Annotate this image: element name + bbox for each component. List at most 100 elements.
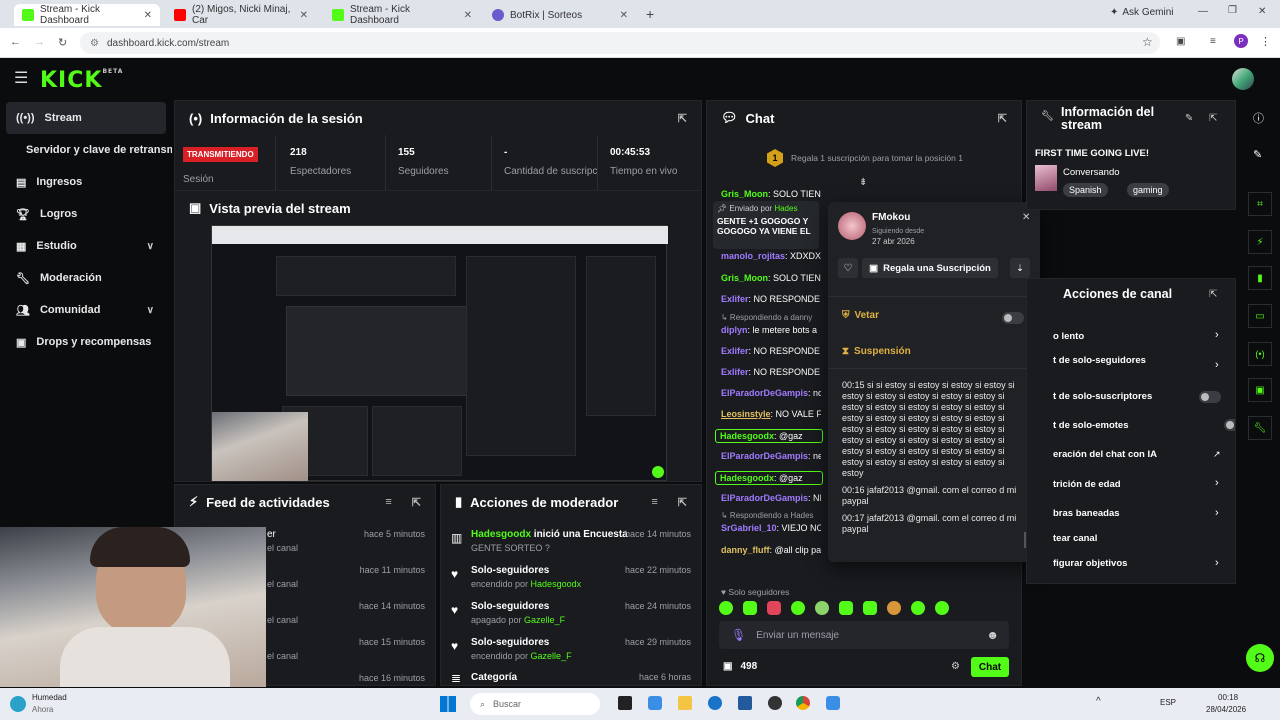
ban-toggle[interactable] bbox=[1002, 312, 1024, 324]
emote-icon[interactable] bbox=[791, 601, 805, 615]
support-headset-icon[interactable]: ☊ bbox=[1246, 644, 1274, 672]
app-icon[interactable] bbox=[826, 696, 840, 710]
emote-icon[interactable] bbox=[863, 601, 877, 615]
popout-icon[interactable]: ⇱ bbox=[1209, 289, 1217, 300]
more-options-icon[interactable]: ⋮ bbox=[1260, 35, 1271, 48]
emote-icon[interactable] bbox=[839, 601, 853, 615]
minimize-icon[interactable]: — bbox=[1198, 6, 1208, 17]
action-subs-only[interactable]: t de solo-suscriptores bbox=[1053, 391, 1152, 402]
tag-chip[interactable]: gaming bbox=[1127, 183, 1169, 197]
maximize-icon[interactable]: ❐ bbox=[1228, 5, 1237, 16]
gift-sub-button[interactable]: ▣ Regala una Suscripción bbox=[862, 258, 998, 278]
clock-time[interactable]: 00:18 bbox=[1218, 693, 1238, 702]
sidebar-item-server-key[interactable]: Servidor y clave de retransmisión bbox=[0, 134, 172, 166]
sidebar-item-logros[interactable]: 🏆︎ Logros bbox=[0, 198, 172, 230]
chat-settings-icon[interactable]: ⚙ bbox=[951, 661, 960, 672]
pinned-message[interactable]: 📌︎ Enviado por Hades GENTE +1 GOGOGO Y G… bbox=[713, 201, 819, 249]
microphone-icon[interactable]: 🎙︎ bbox=[731, 628, 746, 642]
action-set-goals[interactable]: figurar objetivos bbox=[1053, 558, 1127, 569]
popout-icon[interactable]: ⇱ bbox=[998, 112, 1007, 125]
reload-icon[interactable]: ↻ bbox=[58, 36, 67, 49]
action-followers-only[interactable]: t de solo-seguidores bbox=[1053, 355, 1146, 366]
emote-icon[interactable] bbox=[911, 601, 925, 615]
subs-only-toggle[interactable] bbox=[1199, 391, 1221, 403]
info-icon[interactable]: ⓘ bbox=[1253, 110, 1264, 126]
file-explorer-icon[interactable] bbox=[678, 696, 692, 710]
forward-icon[interactable]: → bbox=[34, 36, 45, 48]
bolt-widget-icon[interactable]: ⚡︎ bbox=[1248, 230, 1272, 254]
sidebar-item-ingresos[interactable]: ▤ Ingresos bbox=[0, 166, 172, 198]
stream-preview-video[interactable] bbox=[211, 225, 668, 481]
timeout-row[interactable]: ⧗ Suspensión bbox=[842, 346, 911, 357]
windows-start-icon[interactable] bbox=[440, 696, 456, 712]
close-tab-icon[interactable]: ✕ bbox=[620, 10, 628, 21]
emote-icon[interactable] bbox=[767, 601, 781, 615]
channel-points[interactable]: ▣ 498 bbox=[723, 661, 757, 672]
popout-icon[interactable]: ⇱ bbox=[678, 112, 687, 125]
edit-pencil-icon[interactable]: ✎ bbox=[1253, 148, 1262, 161]
close-tab-icon[interactable]: ✕ bbox=[144, 10, 152, 21]
kick-logo[interactable]: KICKBETA bbox=[40, 68, 123, 93]
more-actions-button[interactable]: ⇣ bbox=[1010, 258, 1030, 278]
action-slow-mode[interactable]: o lento bbox=[1053, 331, 1084, 342]
chrome-icon[interactable] bbox=[796, 696, 810, 710]
emotes-only-toggle[interactable] bbox=[1224, 419, 1235, 431]
emote-icon[interactable] bbox=[887, 601, 901, 615]
popout-icon[interactable]: ⇱ bbox=[412, 496, 421, 509]
weather-icon[interactable] bbox=[10, 696, 26, 712]
url-bar[interactable]: ⚙ dashboard.kick.com/stream bbox=[80, 32, 1160, 54]
new-tab-icon[interactable]: + bbox=[646, 6, 654, 22]
filter-icon[interactable]: ≡ bbox=[651, 496, 657, 508]
close-tab-icon[interactable]: ✕ bbox=[464, 10, 472, 21]
action-ai-moderation[interactable]: eración del chat con IA bbox=[1053, 449, 1157, 460]
mod-widget-icon[interactable]: ▮ bbox=[1248, 266, 1272, 290]
browser-tab-2[interactable]: (2) Migos, Nicki Minaj, Car ✕ bbox=[166, 4, 316, 26]
ask-gemini-button[interactable]: ✦ Ask Gemini bbox=[1110, 7, 1174, 18]
preview-widget-icon[interactable]: ▣ bbox=[1248, 378, 1272, 402]
chevron-right-icon[interactable]: › bbox=[1215, 507, 1219, 519]
sidebar-item-comunidad[interactable]: 👥︎ Comunidad ∨ bbox=[0, 294, 172, 326]
close-window-icon[interactable]: ✕ bbox=[1258, 6, 1266, 17]
action-banned-words[interactable]: bras baneadas bbox=[1053, 508, 1120, 519]
clock-date[interactable]: 28/04/2026 bbox=[1206, 705, 1246, 714]
pin-collapse-icon[interactable]: ⇟ bbox=[859, 177, 867, 188]
filter-icon[interactable]: ≡ bbox=[385, 496, 391, 508]
hamburger-menu-icon[interactable]: ☰ bbox=[14, 68, 28, 88]
obs-icon[interactable] bbox=[768, 696, 782, 710]
browser-tab-4[interactable]: BotRix | Sorteos ✕ bbox=[484, 4, 636, 26]
edit-pencil-icon[interactable]: ✎ bbox=[1185, 113, 1193, 124]
sidebar-item-drops[interactable]: ▣ Drops y recompensas bbox=[0, 326, 172, 358]
emote-icon[interactable] bbox=[935, 601, 949, 615]
sidebar-item-stream[interactable]: ((•)) Stream bbox=[6, 102, 166, 134]
copilot-icon[interactable] bbox=[648, 696, 662, 710]
browser-tab-1[interactable]: Stream - Kick Dashboard ✕ bbox=[14, 4, 160, 26]
popout-icon[interactable]: ⇱ bbox=[678, 496, 687, 509]
emote-icon[interactable] bbox=[743, 601, 757, 615]
ban-row[interactable]: ⛨ Vetar bbox=[842, 310, 879, 321]
emoji-icon[interactable]: ☻ bbox=[986, 628, 999, 642]
session-widget-icon[interactable]: ⌗ bbox=[1248, 192, 1272, 216]
chat-widget-icon[interactable]: ▭ bbox=[1248, 304, 1272, 328]
chevron-right-icon[interactable]: › bbox=[1215, 477, 1219, 489]
taskbar-search[interactable]: ⌕ Buscar bbox=[470, 693, 600, 715]
tray-chevron-icon[interactable]: ^ bbox=[1096, 696, 1101, 707]
browser-tab-3[interactable]: Stream - Kick Dashboard ✕ bbox=[324, 4, 480, 26]
tools-widget-icon[interactable]: 🔧︎ bbox=[1248, 416, 1272, 440]
sidebar-item-moderacion[interactable]: 🔧︎ Moderación bbox=[0, 262, 172, 294]
close-icon[interactable]: ✕ bbox=[1022, 212, 1030, 223]
action-raid-channel[interactable]: tear canal bbox=[1053, 533, 1097, 544]
chevron-right-icon[interactable]: › bbox=[1215, 329, 1219, 341]
emote-icon[interactable] bbox=[815, 601, 829, 615]
language-indicator[interactable]: ESP bbox=[1160, 698, 1176, 707]
profile-avatar[interactable]: P bbox=[1234, 34, 1248, 48]
close-tab-icon[interactable]: ✕ bbox=[300, 10, 308, 21]
chevron-right-icon[interactable]: › bbox=[1215, 359, 1219, 371]
user-avatar[interactable] bbox=[1232, 68, 1254, 90]
gift-leaderboard-banner[interactable]: 1 Regala 1 suscripción para tomar la pos… bbox=[767, 149, 963, 167]
emote-icon[interactable] bbox=[719, 601, 733, 615]
sidebar-item-estudio[interactable]: ▦ Estudio ∨ bbox=[0, 230, 172, 262]
send-chat-button[interactable]: Chat bbox=[971, 657, 1009, 677]
external-link-icon[interactable]: ↗ bbox=[1213, 449, 1221, 460]
tag-chip[interactable]: Spanish bbox=[1063, 183, 1108, 197]
action-emotes-only[interactable]: t de solo-emotes bbox=[1053, 420, 1129, 431]
